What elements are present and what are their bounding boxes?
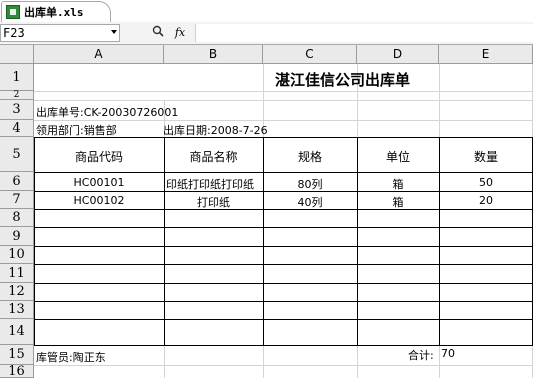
column-header-b[interactable]: B [164,45,263,64]
header-unit[interactable]: 单位 [357,148,439,165]
row-header-13[interactable]: 13 [0,301,34,319]
column-header-a[interactable]: A [34,45,164,64]
row-header-2[interactable]: 2 [0,91,34,100]
department-cell[interactable]: 领用部门:销售部 [36,122,117,138]
header-spec[interactable]: 规格 [263,148,357,165]
doc-number-cell[interactable]: 出库单号:CK-20030726001 [36,104,178,120]
date-cell[interactable]: 出库日期:2008-7-26 [163,122,268,138]
formula-input[interactable] [195,24,533,42]
row-header-8[interactable]: 8 [0,209,34,227]
header-qty[interactable]: 数量 [439,148,533,165]
row-header-1[interactable]: 1 [0,64,34,91]
row-header-14[interactable]: 14 [0,319,34,345]
insert-function-icon[interactable]: fx [172,25,188,41]
header-code[interactable]: 商品代码 [34,148,164,165]
excel-file-icon [6,5,20,19]
file-tab-bar: 出库单.xls [0,0,533,23]
column-header-e[interactable]: E [439,45,533,64]
row-header-6[interactable]: 6 [0,172,34,191]
file-tab[interactable]: 出库单.xls [1,1,111,22]
chevron-down-icon[interactable] [111,30,117,34]
row-header-10[interactable]: 10 [0,246,34,264]
header-name[interactable]: 商品名称 [164,148,263,165]
search-icon[interactable] [150,25,166,41]
name-box-value: F23 [3,26,25,40]
sheet-title[interactable]: 湛江佳信公司出库单 [275,69,410,90]
row-header-7[interactable]: 7 [0,191,34,209]
item-2-name[interactable]: 打印纸 [164,194,263,210]
row-header-12[interactable]: 12 [0,283,34,301]
item-1-name[interactable]: 印纸打印纸打印纸 [166,176,263,192]
select-all-corner[interactable] [0,45,34,64]
item-1-unit[interactable]: 箱 [357,176,439,192]
column-header-d[interactable]: D [357,45,439,64]
item-2-unit[interactable]: 箱 [357,194,439,210]
item-2-spec[interactable]: 40列 [263,194,357,210]
item-1-qty[interactable]: 50 [439,176,533,189]
file-tab-label: 出库单.xls [24,6,84,19]
row-header-11[interactable]: 11 [0,264,34,283]
row-header-15[interactable]: 15 [0,345,34,365]
row-header-16[interactable]: 16 [0,365,34,378]
column-header-c[interactable]: C [263,45,357,64]
item-2-code[interactable]: HC00102 [34,194,164,207]
item-2-qty[interactable]: 20 [439,194,533,207]
total-label[interactable]: 合计: [408,347,434,363]
item-1-code[interactable]: HC00101 [34,176,164,189]
total-value[interactable]: 70 [441,347,455,360]
name-box[interactable]: F23 [0,24,120,42]
row-header-5[interactable]: 5 [0,137,34,172]
row-header-9[interactable]: 9 [0,227,34,246]
row-header-3[interactable]: 3 [0,100,34,120]
row-header-4[interactable]: 4 [0,120,34,137]
keeper-cell[interactable]: 库管员:陶正东 [36,349,106,365]
formula-bar: F23 fx [0,22,533,45]
item-1-spec[interactable]: 80列 [263,176,357,192]
